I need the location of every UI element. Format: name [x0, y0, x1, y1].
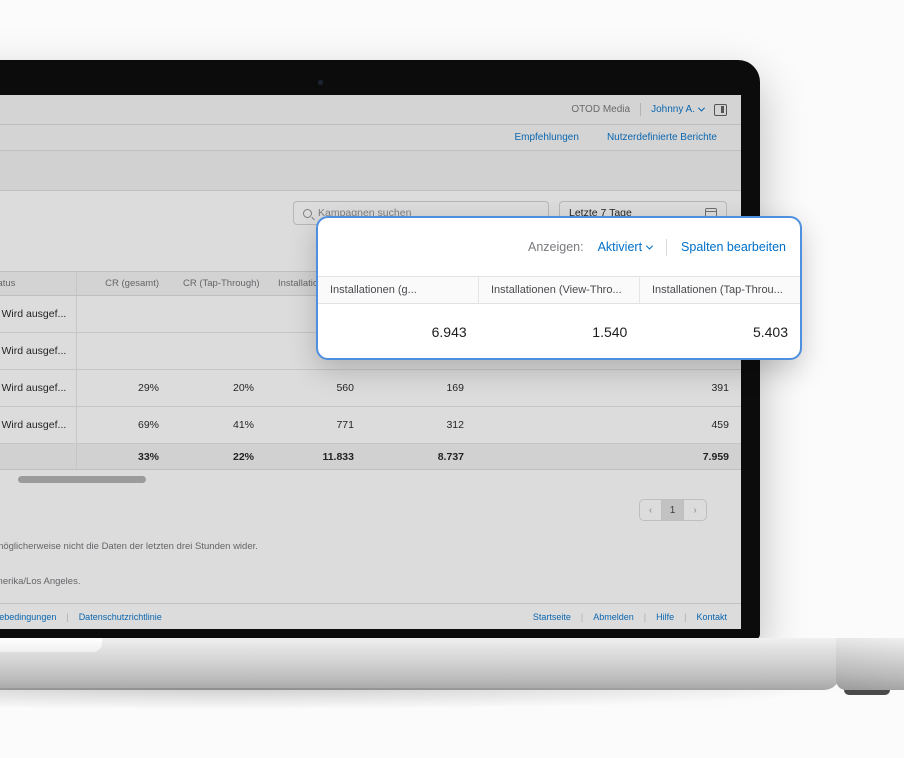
cell-status-label: Wird ausgef... — [2, 419, 67, 431]
secondary-nav: Empfehlungen Nutzerdefinierte Berichte — [0, 125, 741, 151]
footer-link-privacy[interactable]: Datenschutzrichtlinie — [79, 612, 162, 622]
cell-status: Wird ausgef... — [0, 407, 76, 444]
page-footer: Copyright © 2023 Apple Inc. Alle Rechte … — [0, 603, 741, 629]
divider — [640, 103, 641, 116]
chevron-down-icon — [646, 242, 653, 249]
cell-inst-tap: 459 — [476, 407, 741, 444]
cell-total-inst-view: 8.737 — [366, 444, 476, 470]
cell-cr-tap — [171, 333, 266, 370]
col-header-status[interactable]: Status — [0, 272, 76, 296]
cell-cr-tap — [171, 296, 266, 333]
cell-total-status — [0, 444, 76, 470]
search-icon — [303, 209, 312, 218]
cell-status: Wird ausgef... — [0, 296, 76, 333]
table-row[interactable]: Finder_US_ProductPages_WB Wird ausgef...… — [0, 370, 741, 407]
divider — [666, 239, 667, 256]
footnote-line-1: Die Berichterstattung erfolgt nicht in E… — [0, 538, 727, 556]
col-header-cr-tap[interactable]: CR (Tap-Through) — [171, 272, 266, 296]
cell-inst-total: 560 — [266, 370, 366, 407]
cell-inst-total: 771 — [266, 407, 366, 444]
cell-status-label: Wird ausgef... — [2, 345, 67, 357]
cell-cr-total — [76, 296, 171, 333]
footnote-line-2: Die Zeitzone für Start- und Enddatum der… — [0, 573, 727, 591]
chevron-down-icon — [698, 105, 705, 112]
cell-inst-tap: 391 — [476, 370, 741, 407]
user-menu-label: Johnny A. — [651, 104, 695, 115]
cell-cr-total: 69% — [76, 407, 171, 444]
screenshot-stage: | Advanced OTOD Media Johnny A. Em — [0, 0, 904, 758]
popover-col-value-2: 5.403 — [639, 304, 800, 359]
popover-col-header-2[interactable]: Installationen (Tap-Throu... — [639, 277, 800, 303]
webcam-dot — [318, 80, 323, 85]
pagination-page-1[interactable]: 1 — [662, 500, 684, 520]
cell-cr-total — [76, 333, 171, 370]
cell-total-inst-total: 11.833 — [266, 444, 366, 470]
popover-header: Anzeigen: Aktiviert Spalten bearbeiten — [318, 218, 800, 276]
scrollbar-thumb[interactable] — [18, 476, 146, 483]
pagination-row: ‹ 1 › — [0, 490, 741, 530]
columns-popover[interactable]: Anzeigen: Aktiviert Spalten bearbeiten I… — [316, 216, 802, 360]
popover-col-value-1: 1.540 — [479, 304, 640, 359]
cell-cr-total: 29% — [76, 370, 171, 407]
cell-total-cr-tap: 22% — [171, 444, 266, 470]
base-shadow — [0, 688, 860, 710]
web-app: | Advanced OTOD Media Johnny A. Em — [0, 95, 741, 629]
nav-link-empfehlungen[interactable]: Empfehlungen — [514, 132, 579, 143]
table-row[interactable]: Finder_ALL_SearchTab Wird ausgef... 69% … — [0, 407, 741, 444]
horizontal-scrollbar[interactable] — [0, 470, 741, 490]
footer-link-help[interactable]: Hilfe — [656, 612, 674, 622]
footnotes: Die Berichterstattung erfolgt nicht in E… — [0, 530, 741, 591]
cell-total-inst-tap: 7.959 — [476, 444, 741, 470]
footer-link-signout[interactable]: Abmelden — [593, 612, 634, 622]
laptop-base — [0, 638, 840, 690]
popover-col-header-1[interactable]: Installationen (View-Thro... — [478, 277, 639, 303]
pagination: ‹ 1 › — [639, 499, 707, 521]
divider: | — [66, 612, 68, 622]
show-dropdown[interactable]: Aktiviert — [598, 240, 652, 254]
footer-right-links: Startseite | Abmelden | Hilfe | Kontakt — [533, 612, 727, 622]
top-bar-right: OTOD Media Johnny A. — [571, 103, 727, 116]
pagination-prev[interactable]: ‹ — [640, 500, 662, 520]
table-total-row: GESAMTSUMME ? 33% 22% 11.833 8.737 7.959 — [0, 444, 741, 470]
popover-column-values: 6.943 1.540 5.403 — [318, 304, 800, 359]
cell-status-label: Wird ausgef... — [2, 382, 67, 394]
popover-col-value-0: 6.943 — [318, 304, 479, 359]
pagination-next[interactable]: › — [684, 500, 706, 520]
show-dropdown-value: Aktiviert — [598, 240, 642, 254]
cell-status: Wird ausgef... — [0, 333, 76, 370]
cell-cr-tap: 41% — [171, 407, 266, 444]
org-name: OTOD Media — [571, 104, 630, 115]
cell-inst-view: 169 — [366, 370, 476, 407]
cell-status: Wird ausgef... — [0, 370, 76, 407]
footer-link-contact[interactable]: Kontakt — [696, 612, 727, 622]
side-panel-icon[interactable] — [714, 104, 727, 116]
cell-status-label: Wird ausgef... — [2, 308, 67, 320]
show-label: Anzeigen: — [528, 240, 584, 254]
edit-columns-button[interactable]: Spalten bearbeiten — [681, 240, 786, 254]
cell-total-cr-total: 33% — [76, 444, 171, 470]
divider: | — [684, 612, 686, 622]
divider: | — [581, 612, 583, 622]
laptop-screen: | Advanced OTOD Media Johnny A. Em — [0, 95, 741, 629]
base-notch — [0, 638, 102, 652]
popover-col-header-0[interactable]: Installationen (g... — [318, 277, 478, 303]
history-bar — [0, 151, 741, 191]
cell-inst-view: 312 — [366, 407, 476, 444]
popover-column-headers: Installationen (g... Installationen (Vie… — [318, 276, 800, 304]
footer-link-home[interactable]: Startseite — [533, 612, 571, 622]
col-header-cr-total[interactable]: CR (gesamt) — [76, 272, 171, 296]
footer-link-terms[interactable]: Servicebedingungen — [0, 612, 56, 622]
nav-link-berichte[interactable]: Nutzerdefinierte Berichte — [607, 132, 717, 143]
top-bar: | Advanced OTOD Media Johnny A. — [0, 95, 741, 125]
cell-cr-tap: 20% — [171, 370, 266, 407]
user-menu[interactable]: Johnny A. — [651, 104, 704, 115]
divider: | — [644, 612, 646, 622]
